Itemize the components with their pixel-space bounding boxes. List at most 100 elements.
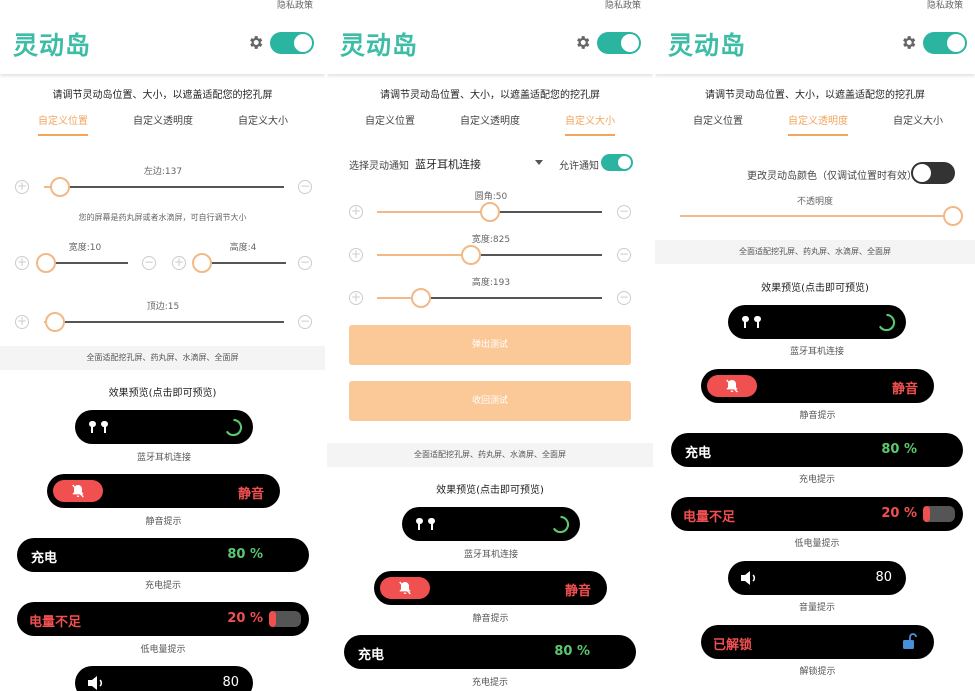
speaker-icon bbox=[88, 676, 103, 690]
size-height-slider-label: 高度:193 bbox=[471, 278, 511, 288]
battery-low-icon bbox=[269, 611, 301, 627]
tab-custom-opacity[interactable]: 自定义透明度 bbox=[460, 112, 520, 127]
top-slider-label: 顶边:15 bbox=[146, 302, 180, 312]
low-battery-pill[interactable]: 电量不足 20 % bbox=[17, 602, 309, 636]
left-slider[interactable] bbox=[44, 186, 284, 188]
top-plus-icon[interactable]: + bbox=[15, 315, 29, 329]
app-title: 灵动岛 bbox=[668, 31, 747, 60]
top-slider[interactable] bbox=[44, 321, 284, 323]
tab-custom-opacity[interactable]: 自定义透明度 bbox=[133, 112, 193, 127]
unlock-pill[interactable]: 已解锁 bbox=[701, 625, 934, 659]
tab-custom-size[interactable]: 自定义大小 bbox=[893, 112, 943, 127]
size-height-minus-icon[interactable]: − bbox=[617, 291, 631, 305]
instruction-text: 请调节灵动岛位置、大小，以遮盖适配您的挖孔屏 bbox=[380, 90, 600, 101]
unlock-caption: 解锁提示 bbox=[799, 667, 836, 677]
size-width-plus-icon[interactable]: + bbox=[349, 248, 363, 262]
radius-slider-thumb[interactable] bbox=[480, 202, 500, 222]
charging-text: 充电 bbox=[358, 648, 385, 663]
mute-pill[interactable]: 静音 bbox=[47, 474, 280, 508]
width-plus-icon[interactable]: + bbox=[15, 256, 29, 270]
size-width-slider-thumb[interactable] bbox=[461, 245, 481, 265]
size-width-slider[interactable] bbox=[377, 254, 602, 256]
notification-select[interactable]: 蓝牙耳机连接 bbox=[415, 156, 481, 172]
top-slider-thumb[interactable] bbox=[45, 312, 65, 332]
opacity-slider[interactable] bbox=[680, 215, 952, 217]
mute-caption: 静音提示 bbox=[799, 411, 836, 421]
size-width-minus-icon[interactable]: − bbox=[617, 248, 631, 262]
allow-notification-toggle[interactable] bbox=[601, 154, 633, 171]
charging-pill[interactable]: 充电 80 % bbox=[671, 433, 963, 467]
privacy-link[interactable]: 隐私政策 bbox=[277, 0, 313, 11]
left-slider-thumb[interactable] bbox=[50, 177, 70, 197]
radius-plus-icon[interactable]: + bbox=[349, 205, 363, 219]
chevron-down-icon[interactable] bbox=[535, 160, 543, 165]
volume-value: 80 bbox=[222, 675, 239, 690]
volume-value: 80 bbox=[875, 570, 892, 585]
island-color-label: 更改灵动岛颜色（仅调试位置时有效） bbox=[747, 171, 917, 182]
mute-pill[interactable]: 静音 bbox=[374, 571, 607, 605]
charging-percent: 80 % bbox=[554, 644, 590, 659]
volume-caption: 音量提示 bbox=[798, 603, 835, 613]
size-height-plus-icon[interactable]: + bbox=[349, 291, 363, 305]
screen-type-hint: 您的屏幕是药丸屏或者水滴屏，可自行调节大小 bbox=[78, 213, 247, 222]
bluetooth-pill[interactable] bbox=[402, 507, 580, 541]
left-slider-label: 左边:137 bbox=[143, 167, 183, 177]
privacy-link[interactable]: 隐私政策 bbox=[605, 0, 641, 11]
gear-icon[interactable] bbox=[900, 34, 917, 51]
privacy-link[interactable]: 隐私政策 bbox=[927, 0, 963, 11]
tab-custom-size[interactable]: 自定义大小 bbox=[238, 112, 288, 127]
popup-test-button[interactable]: 弹出测试 bbox=[349, 325, 631, 365]
bluetooth-caption: 蓝牙耳机连接 bbox=[136, 453, 191, 463]
mute-text: 静音 bbox=[564, 584, 591, 599]
size-width-slider-label: 宽度:825 bbox=[471, 235, 511, 245]
collapse-test-button[interactable]: 收回测试 bbox=[349, 381, 631, 421]
tab-custom-size[interactable]: 自定义大小 bbox=[565, 112, 615, 127]
tab-custom-position[interactable]: 自定义位置 bbox=[38, 112, 88, 127]
left-plus-icon[interactable]: − bbox=[298, 180, 312, 194]
main-toggle[interactable] bbox=[923, 32, 967, 54]
low-battery-caption: 低电量提示 bbox=[140, 645, 186, 655]
main-toggle[interactable] bbox=[270, 32, 314, 54]
app-title: 灵动岛 bbox=[13, 31, 92, 60]
bluetooth-pill[interactable] bbox=[728, 305, 906, 339]
battery-low-icon bbox=[923, 506, 955, 522]
bluetooth-caption: 蓝牙耳机连接 bbox=[463, 550, 518, 560]
loading-ring-icon bbox=[552, 515, 570, 534]
height-plus-icon[interactable]: + bbox=[172, 256, 186, 270]
bluetooth-pill[interactable] bbox=[75, 410, 253, 444]
app-title: 灵动岛 bbox=[340, 31, 419, 60]
height-slider-thumb[interactable] bbox=[192, 253, 212, 273]
compat-band: 全面适配挖孔屏、药丸屏、水滴屏、全面屏 bbox=[655, 240, 975, 264]
gear-icon[interactable] bbox=[247, 34, 264, 51]
size-height-slider-thumb[interactable] bbox=[411, 288, 431, 308]
main-toggle[interactable] bbox=[597, 32, 641, 54]
low-battery-caption: 低电量提示 bbox=[794, 539, 840, 549]
left-minus-icon[interactable]: + bbox=[15, 180, 29, 194]
volume-pill[interactable]: 80 bbox=[75, 666, 253, 691]
earbuds-icon bbox=[742, 316, 761, 328]
tab-custom-position[interactable]: 自定义位置 bbox=[365, 112, 415, 127]
island-color-toggle[interactable] bbox=[911, 162, 955, 184]
mute-caption: 静音提示 bbox=[145, 517, 182, 527]
top-minus-icon[interactable]: − bbox=[298, 315, 312, 329]
tab-custom-position[interactable]: 自定义位置 bbox=[693, 112, 743, 127]
mute-caption: 静音提示 bbox=[472, 614, 509, 624]
mute-pill[interactable]: 静音 bbox=[701, 369, 934, 403]
opacity-slider-thumb[interactable] bbox=[943, 206, 963, 226]
low-battery-pill[interactable]: 电量不足 20 % bbox=[671, 497, 963, 531]
volume-pill[interactable]: 80 bbox=[728, 561, 906, 595]
unlock-text: 已解锁 bbox=[713, 638, 753, 653]
gear-icon[interactable] bbox=[574, 34, 591, 51]
width-minus-icon[interactable]: − bbox=[142, 256, 156, 270]
allow-notification-label: 允许通知 bbox=[559, 161, 599, 172]
tab-custom-opacity[interactable]: 自定义透明度 bbox=[788, 112, 848, 127]
radius-minus-icon[interactable]: − bbox=[617, 205, 631, 219]
preview-title: 效果预览(点击即可预览) bbox=[761, 283, 869, 294]
charging-pill[interactable]: 充电 80 % bbox=[17, 538, 309, 572]
width-slider-thumb[interactable] bbox=[36, 253, 56, 273]
charging-pill[interactable]: 充电 80 % bbox=[344, 635, 636, 669]
height-minus-icon[interactable]: − bbox=[298, 256, 312, 270]
low-battery-text: 电量不足 bbox=[683, 510, 736, 525]
charging-percent: 80 % bbox=[881, 442, 917, 457]
charging-text: 充电 bbox=[685, 446, 712, 461]
